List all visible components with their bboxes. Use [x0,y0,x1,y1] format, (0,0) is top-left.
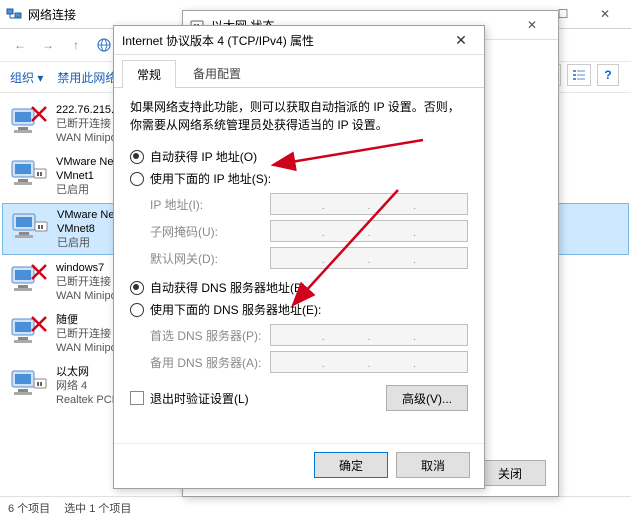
ip-fields: IP 地址(I): ... 子网掩码(U): ... 默认网关(D): ... [150,193,468,269]
dlg-body: 如果网络支持此功能，则可以获取自动指派的 IP 设置。否则，你需要从网络系统管理… [114,88,484,419]
adapter-text: 以太网网络 4Realtek PCIe [56,365,121,407]
close-button[interactable]: ✕ [585,3,625,25]
radio-manual-ip[interactable]: 使用下面的 IP 地址(S): [130,170,468,187]
alt-dns-input: ... [270,351,468,373]
mid-window-controls: ✕ [512,14,552,36]
nav-forward-button[interactable]: → [36,33,60,57]
cancel-button[interactable]: 取消 [396,452,470,478]
ip-address-row: IP 地址(I): ... [150,193,468,215]
radio-auto-ip[interactable]: 自动获得 IP 地址(O) [130,148,468,165]
view-list-button[interactable] [567,64,591,86]
adapter-status: 已启用 [57,236,118,250]
nav-back-button[interactable]: ← [8,33,32,57]
mid-close-button[interactable]: ✕ [512,14,552,36]
gateway-label: 默认网关(D): [150,250,270,267]
ok-button[interactable]: 确定 [314,452,388,478]
adapter-device: Realtek PCIe [56,393,121,407]
help-button[interactable]: ? [597,64,619,86]
adapter-text: VMware NetVMnet1已启用 [56,155,117,197]
dns-group: 自动获得 DNS 服务器地址(B) 使用下面的 DNS 服务器地址(E): 首选… [130,279,468,373]
tab-general[interactable]: 常规 [122,60,176,88]
dns-fields: 首选 DNS 服务器(P): ... 备用 DNS 服务器(A): ... [150,324,468,373]
adapter-text: VMware NetVMnet8已启用 [57,208,118,250]
adapter-icon [8,313,50,349]
radio-manual-ip-label: 使用下面的 IP 地址(S): [150,170,271,187]
radio-auto-ip-label: 自动获得 IP 地址(O) [150,148,257,165]
gateway-row: 默认网关(D): ... [150,247,468,269]
adapter-icon [8,261,50,297]
radio-auto-dns[interactable]: 自动获得 DNS 服务器地址(B) [130,279,468,296]
adapter-status: 已断开连接 [56,275,117,289]
adapter-status: 已启用 [56,183,117,197]
pref-dns-row: 首选 DNS 服务器(P): ... [150,324,468,346]
dlg-title: Internet 协议版本 4 (TCP/IPv4) 属性 [122,32,446,49]
dlg-titlebar: Internet 协议版本 4 (TCP/IPv4) 属性 ✕ [114,26,484,55]
gateway-input: ... [270,247,468,269]
validate-label: 退出时验证设置(L) [150,390,249,407]
adapter-icon [8,155,50,191]
tab-backup[interactable]: 备用配置 [178,59,256,87]
status-bar: 6 个项目 选中 1 个项目 [0,496,631,519]
pref-dns-label: 首选 DNS 服务器(P): [150,327,270,344]
subnet-row: 子网掩码(U): ... [150,220,468,242]
status-selected: 选中 1 个项目 [64,500,131,516]
dlg-close-button[interactable]: ✕ [446,30,476,50]
alt-dns-row: 备用 DNS 服务器(A): ... [150,351,468,373]
dlg-description: 如果网络支持此功能，则可以获取自动指派的 IP 设置。否则，你需要从网络系统管理… [130,98,468,134]
adapter-name: VMware Net [57,208,118,222]
advanced-button[interactable]: 高级(V)... [386,385,468,411]
adapter-name: 随便 [56,313,117,327]
adapter-subname: VMnet1 [56,169,117,183]
ip-address-label: IP 地址(I): [150,196,270,213]
radio-dot-icon [130,303,144,317]
adapter-text: 随便已断开连接WAN Minipo [56,313,117,355]
disable-adapter-item[interactable]: 禁用此网络 [57,69,117,86]
status-count: 6 个项目 [8,500,50,516]
radio-dot-icon [130,281,144,295]
radio-manual-dns[interactable]: 使用下面的 DNS 服务器地址(E): [130,301,468,318]
ipv4-properties-dialog: Internet 协议版本 4 (TCP/IPv4) 属性 ✕ 常规 备用配置 … [113,25,485,489]
adapter-status: 已断开连接 [56,327,117,341]
adapter-device: WAN Minipo [56,341,117,355]
adapter-icon [8,103,50,139]
adapter-subname: VMnet8 [57,222,118,236]
radio-manual-dns-label: 使用下面的 DNS 服务器地址(E): [150,301,321,318]
ip-address-input: ... [270,193,468,215]
subnet-label: 子网掩码(U): [150,223,270,240]
organize-menu[interactable]: 组织 ▾ [10,69,43,86]
adapter-text: windows7已断开连接WAN Minipo [56,261,117,303]
adapter-status: 网络 4 [56,379,121,393]
radio-dot-icon [130,172,144,186]
adapter-name: VMware Net [56,155,117,169]
nav-up-button[interactable]: ↑ [64,33,88,57]
validate-row: 退出时验证设置(L) 高级(V)... [130,385,468,411]
adapter-name: windows7 [56,261,117,275]
ip-group: 自动获得 IP 地址(O) 使用下面的 IP 地址(S): IP 地址(I): … [130,148,468,269]
adapter-device: WAN Minipo [56,289,117,303]
radio-dot-icon [130,150,144,164]
radio-auto-dns-label: 自动获得 DNS 服务器地址(B) [150,279,306,296]
pref-dns-input: ... [270,324,468,346]
adapter-name: 以太网 [56,365,121,379]
dlg-tabs: 常规 备用配置 [114,59,484,88]
alt-dns-label: 备用 DNS 服务器(A): [150,354,270,371]
subnet-input: ... [270,220,468,242]
dialog-buttons: 确定 取消 [114,443,484,488]
validate-checkbox[interactable] [130,391,144,405]
adapter-icon [8,365,50,401]
network-icon [6,6,22,22]
adapter-icon [9,208,51,244]
